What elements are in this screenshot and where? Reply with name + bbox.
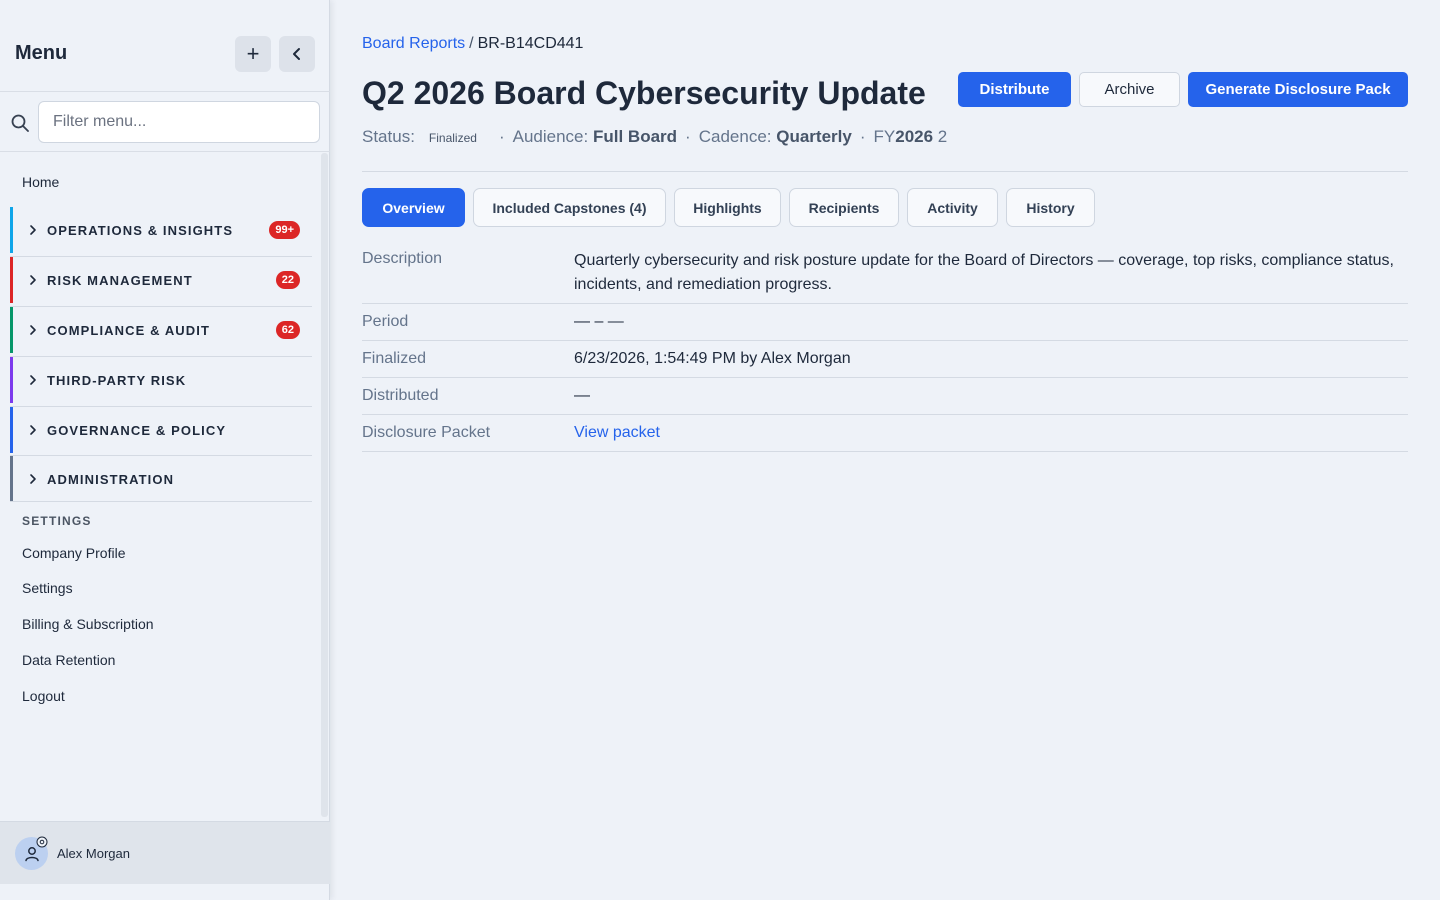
divider <box>10 501 312 502</box>
count-badge: 99+ <box>269 221 300 239</box>
distribute-button[interactable]: Distribute <box>958 72 1071 107</box>
chevron-right-icon <box>30 474 36 484</box>
fy-quarter: 2 <box>937 127 948 146</box>
tab-activity[interactable]: Activity <box>907 188 998 227</box>
detail-row-description: Description Quarterly cybersecurity and … <box>362 242 1408 304</box>
detail-label: Distributed <box>362 387 439 404</box>
tab-included-capstones[interactable]: Included Capstones (4) <box>473 188 666 227</box>
sidebar-item-home[interactable]: Home <box>22 174 59 190</box>
sidebar-item-billing[interactable]: Billing & Subscription <box>22 616 154 632</box>
breadcrumb-link-board-reports[interactable]: Board Reports <box>362 35 465 52</box>
detail-label: Period <box>362 313 409 330</box>
audience-label: Audience: <box>512 127 589 146</box>
detail-value: — – — <box>574 313 624 330</box>
detail-row-distributed: Distributed — <box>362 378 1408 415</box>
separator-dot: · <box>498 127 505 146</box>
group-label: GOVERNANCE & POLICY <box>47 422 227 438</box>
cadence-label: Cadence: <box>698 127 772 146</box>
fy-prefix: FY <box>873 127 896 146</box>
search-icon <box>11 114 29 132</box>
detail-row-period: Period — – — <box>362 304 1408 341</box>
group-color-bar <box>10 357 13 403</box>
count-badge: 62 <box>275 321 300 339</box>
tab-highlights[interactable]: Highlights <box>674 188 781 227</box>
plus-icon: + <box>246 41 260 66</box>
report-meta: Status: Finalized · Audience: Full Board · Ca… <box>362 127 947 147</box>
chevron-right-icon <box>30 425 36 435</box>
page-title: Q2 2026 Board Cybersecurity Update <box>362 75 926 111</box>
sidebar-group-administration[interactable]: ADMINISTRATION <box>10 456 312 502</box>
chevron-right-icon <box>30 275 36 285</box>
sidebar-group-third-party-risk[interactable]: THIRD-PARTY RISK <box>10 357 312 403</box>
detail-value: Quarterly cybersecurity and risk posture… <box>574 252 1394 293</box>
cadence-value: Quarterly <box>776 127 852 146</box>
breadcrumb-current: BR-B14CD441 <box>477 35 584 52</box>
group-label: ADMINISTRATION <box>47 471 175 487</box>
count-badge: 22 <box>275 271 300 289</box>
detail-row-finalized: Finalized 6/23/2026, 1:54:49 PM by Alex … <box>362 341 1408 378</box>
chevron-right-icon <box>30 225 36 235</box>
group-color-bar <box>10 456 13 502</box>
group-color-bar <box>10 207 13 253</box>
group-color-bar <box>10 407 13 453</box>
sidebar-item-settings[interactable]: Settings <box>22 580 73 596</box>
sidebar-item-company-profile[interactable]: Company Profile <box>22 545 126 561</box>
detail-label: Description <box>362 250 443 267</box>
group-label: RISK MANAGEMENT <box>47 272 193 288</box>
sidebar-item-logout[interactable]: Logout <box>22 688 65 704</box>
sidebar-item-data-retention[interactable]: Data Retention <box>22 652 115 668</box>
fy-year: 2026 <box>895 127 934 146</box>
settings-section-label: SETTINGS <box>22 514 92 528</box>
main-content: Board Reports / BR-B14CD441 Q2 2026 Board … <box>331 0 1440 900</box>
tab-recipients[interactable]: Recipients <box>789 188 899 227</box>
sidebar: Menu + Home OPERATIONS & INSIGHTS 99+ <box>0 0 330 900</box>
sidebar-group-governance-policy[interactable]: GOVERNANCE & POLICY <box>10 407 312 453</box>
generate-disclosure-pack-button[interactable]: Generate Disclosure Pack <box>1188 72 1408 107</box>
detail-label: Finalized <box>362 350 427 367</box>
detail-label: Disclosure Packet <box>362 424 491 441</box>
tab-overview[interactable]: Overview <box>362 188 465 227</box>
user-name: Alex Morgan <box>57 846 130 861</box>
add-button[interactable]: + <box>235 36 271 72</box>
filter-menu-input[interactable] <box>38 101 320 143</box>
detail-value: 6/23/2026, 1:54:49 PM by Alex Morgan <box>574 350 851 367</box>
status-badge: Finalized <box>428 131 477 145</box>
collapse-sidebar-button[interactable] <box>279 36 315 72</box>
sidebar-group-operations-insights[interactable]: OPERATIONS & INSIGHTS 99+ <box>10 207 312 253</box>
group-label: THIRD-PARTY RISK <box>47 372 187 388</box>
group-label: OPERATIONS & INSIGHTS <box>47 222 234 238</box>
sidebar-search <box>0 93 330 152</box>
separator-dot: · <box>685 127 691 146</box>
sidebar-group-risk-management[interactable]: RISK MANAGEMENT 22 <box>10 257 312 303</box>
view-packet-link[interactable]: View packet <box>574 424 660 441</box>
sidebar-nav: Home OPERATIONS & INSIGHTS 99+ RISK MANA… <box>0 153 330 821</box>
tab-history[interactable]: History <box>1006 188 1095 227</box>
sidebar-group-compliance-audit[interactable]: COMPLIANCE & AUDIT 62 <box>10 307 312 353</box>
chevron-right-icon <box>30 375 36 385</box>
breadcrumb-separator: / <box>469 35 474 52</box>
detail-row-disclosure-packet: Disclosure Packet View packet <box>362 415 1408 452</box>
gear-icon <box>36 836 48 848</box>
sidebar-title: Menu <box>15 42 68 64</box>
chevron-left-icon <box>293 48 300 60</box>
sidebar-footer[interactable]: Alex Morgan <box>0 821 330 884</box>
archive-button[interactable]: Archive <box>1079 72 1180 107</box>
audience-value: Full Board <box>592 127 678 146</box>
group-label: COMPLIANCE & AUDIT <box>47 322 211 338</box>
sidebar-scrollbar[interactable] <box>321 153 328 817</box>
chevron-right-icon <box>30 325 36 335</box>
header-divider <box>362 171 1408 172</box>
detail-value: — <box>574 387 590 404</box>
sidebar-header: Menu + <box>0 0 330 92</box>
status-label: Status: <box>362 127 415 146</box>
separator-dot: · <box>859 127 866 146</box>
group-color-bar <box>10 257 13 303</box>
group-color-bar <box>10 307 13 353</box>
breadcrumb: Board Reports / BR-B14CD441 <box>362 35 583 53</box>
